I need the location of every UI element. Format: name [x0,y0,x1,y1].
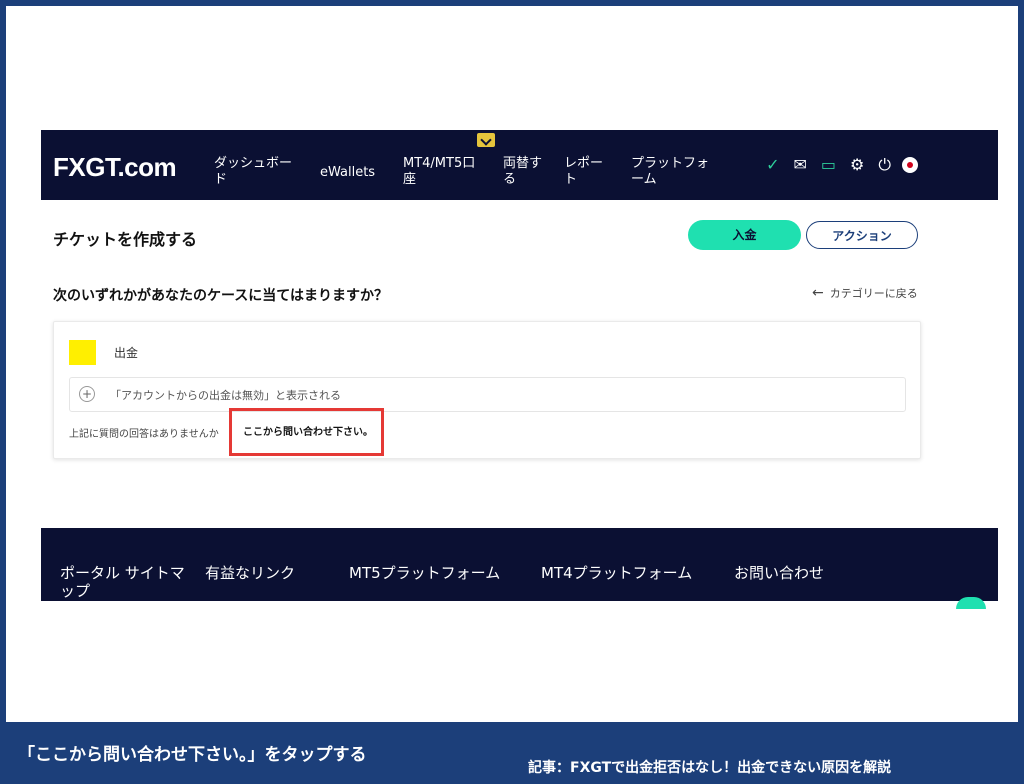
caption-bar: 「ここから問い合わせ下さい。」をタップする 記事：FXGTで出金拒否はなし！出金… [6,722,1018,778]
page-title: チケットを作成する [53,230,198,249]
nav-item-ewallets[interactable]: eWallets [320,165,375,181]
flag-japan-icon[interactable] [902,157,918,173]
back-to-categories-link[interactable]: ← カテゴリーに戻る [812,285,918,301]
back-label: カテゴリーに戻る [829,287,918,300]
footer-mt4-platform[interactable]: MT4プラットフォーム [541,564,692,582]
chevron-down-icon[interactable] [477,133,495,147]
faq-card: 出金 + 「アカウントからの出金は無効」と表示される 上記に質問の回答はありませ… [53,321,921,459]
nav-item-reports[interactable]: レポー ト [564,156,603,188]
arrow-left-icon: ← [812,285,824,301]
nav-item-exchange[interactable]: 両替す る [503,156,542,188]
check-circle-icon[interactable]: ✓ [766,157,779,173]
category-label: 出金 [114,346,139,360]
logo[interactable]: FXGT.com [53,152,177,183]
mail-icon[interactable]: ✉ [793,157,806,173]
nav-item-dashboard[interactable]: ダッシュボー ド [214,156,292,188]
nav-item-platforms[interactable]: プラットフォ ーム [631,156,709,188]
power-icon[interactable]: ⏻ [878,157,891,173]
footer-useful-links[interactable]: 有益なリンク [205,564,295,582]
deposit-button[interactable]: 入金 [688,220,801,250]
faq-item-text: 「アカウントからの出金は無効」と表示される [110,389,341,402]
highlight-box [229,408,384,456]
footer: ポータル サイトマ ップ 有益なリンク MT5プラットフォーム MT4プラットフ… [41,528,998,609]
plus-icon[interactable]: + [79,386,95,402]
caption-article-title: 記事：FXGTで出金拒否はなし！出金できない原因を解説 [528,760,892,776]
caption-instruction: 「ここから問い合わせ下さい。」をタップする [18,745,367,765]
top-navbar: FXGT.com ダッシュボー ド eWallets MT4/MT5口 座 両替… [41,130,998,200]
no-answer-text: 上記に質問の回答はありませんか [69,429,219,440]
ticket-icon[interactable]: ▭ [821,157,836,173]
footer-mt5-platform[interactable]: MT5プラットフォーム [349,564,500,582]
footer-portal-sitemap[interactable]: ポータル サイトマ ップ [60,564,185,600]
nav-item-accounts[interactable]: MT4/MT5口 座 [403,156,475,188]
faq-item[interactable]: + 「アカウントからの出金は無効」と表示される [69,377,906,412]
gear-icon[interactable]: ⚙ [850,157,864,173]
category-marker [69,340,96,365]
action-button[interactable]: アクション [806,221,918,249]
nav-icon-group: ✓ ✉ ▭ ⚙ ⏻ [766,157,891,173]
chat-bubble-icon[interactable] [956,597,986,609]
footer-contact[interactable]: お問い合わせ [734,564,824,582]
case-question: 次のいずれかがあなたのケースに当てはまりますか？ [53,288,389,304]
screenshot-region: FXGT.com ダッシュボー ド eWallets MT4/MT5口 座 両替… [41,130,998,609]
